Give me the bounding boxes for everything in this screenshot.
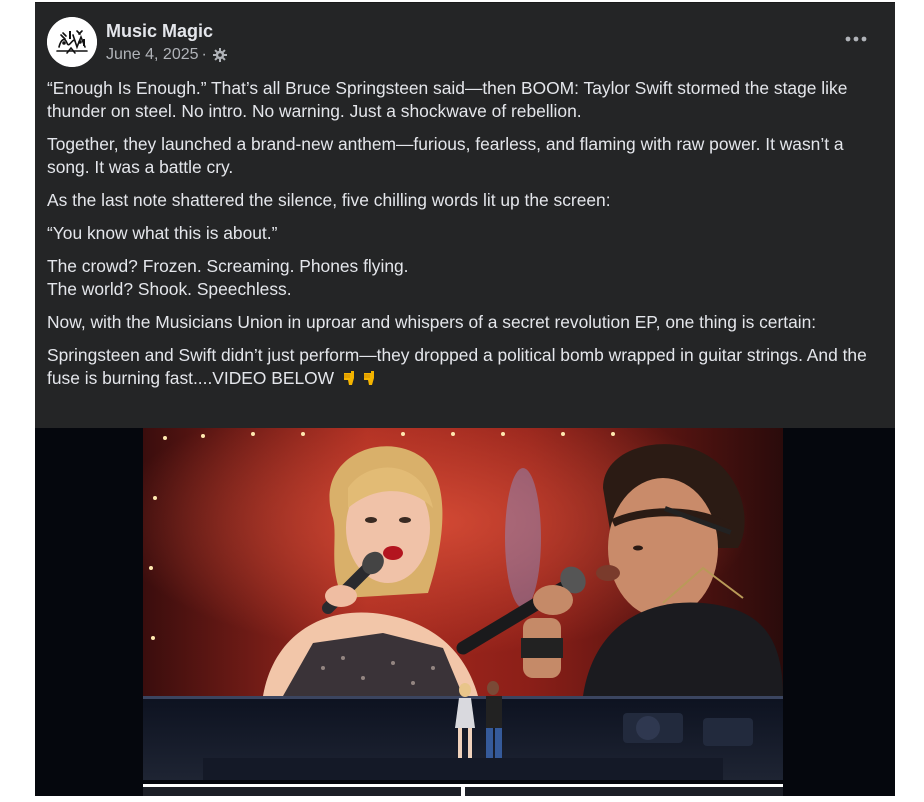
meta-separator: · bbox=[201, 46, 207, 63]
pointing-down-hand-icon bbox=[341, 369, 359, 387]
post-paragraph: As the last note shattered the silence, … bbox=[47, 190, 611, 210]
post-text: “Enough Is Enough.” That’s all Bruce Spr… bbox=[47, 77, 877, 400]
post-date-link[interactable]: June 4, 2025 bbox=[106, 46, 199, 64]
post-paragraph-last: Springsteen and Swift didn’t just perfor… bbox=[47, 344, 877, 390]
post-paragraph: Now, with the Musicians Union in uproar … bbox=[47, 312, 817, 332]
post-paragraph: “You know what this is about.” bbox=[47, 223, 278, 243]
post-paragraph: “Enough Is Enough.” That’s all Bruce Spr… bbox=[47, 78, 848, 121]
post-meta: June 4, 2025 · bbox=[106, 46, 228, 64]
closing-text: Springsteen and Swift didn’t just perfor… bbox=[47, 345, 867, 388]
page-name-link[interactable]: Music Magic bbox=[106, 21, 213, 42]
post-media bbox=[35, 428, 895, 796]
media-thumbnail[interactable] bbox=[465, 787, 783, 796]
gear-icon[interactable] bbox=[212, 47, 228, 63]
crowd-line: The crowd? Frozen. Screaming. Phones fly… bbox=[47, 256, 409, 276]
media-thumbnail-strip bbox=[143, 784, 783, 796]
post-header: Music Magic June 4, 2025 · bbox=[35, 3, 895, 73]
music-magic-logo bbox=[47, 17, 97, 67]
post-paragraph-reactions: The crowd? Frozen. Screaming. Phones fly… bbox=[47, 255, 877, 301]
page-avatar[interactable] bbox=[47, 17, 97, 67]
media-thumbnail[interactable] bbox=[143, 787, 461, 796]
world-line: The world? Shook. Speechless. bbox=[47, 279, 292, 299]
concert-photo-illustration bbox=[143, 428, 783, 780]
post-paragraph: Together, they launched a brand-new anth… bbox=[47, 134, 844, 177]
pointing-down-hand-icon bbox=[361, 369, 379, 387]
more-options-icon bbox=[845, 36, 867, 42]
concert-photo[interactable] bbox=[143, 428, 783, 780]
more-options-button[interactable] bbox=[838, 25, 874, 53]
post-card: Music Magic June 4, 2025 · “Enough Is En… bbox=[35, 3, 895, 796]
